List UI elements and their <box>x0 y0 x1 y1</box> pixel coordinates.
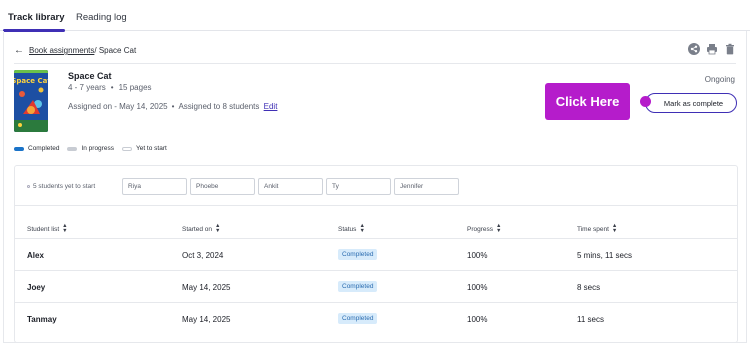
arrow-left-icon[interactable]: ← <box>14 45 24 56</box>
table-row[interactable]: Alex Oct 3, 2024 Completed 100% 5 mins, … <box>15 238 737 270</box>
tab-reading-log[interactable]: Reading log <box>76 12 127 23</box>
column-header-student[interactable]: Student list ▲ ▼ <box>27 223 68 234</box>
table-header: Student list ▲ ▼ Started on ▲ ▼ Status ▲ ▼ Pro… <box>15 218 737 238</box>
progress-value: 100% <box>467 251 488 260</box>
share-icon[interactable] <box>688 43 700 55</box>
yet-to-start-row: 5 students yet to start Riya Phoebe Anki… <box>15 166 737 206</box>
student-name: Alex <box>27 251 44 260</box>
assigned-students: Assigned to 8 students <box>178 102 260 111</box>
tab-track-library[interactable]: Track library <box>8 12 65 23</box>
student-name: Tanmay <box>27 315 57 324</box>
progress-value: 100% <box>467 315 488 324</box>
callout-pointer-dot <box>640 96 651 107</box>
assignment-panel: ← Book assignments / Space Cat S <box>3 31 747 343</box>
breadcrumb-current: / Space Cat <box>94 46 137 55</box>
age-range: 4 - 7 years <box>68 83 106 92</box>
legend-label-in-progress: In progress <box>81 145 114 152</box>
started-on: Oct 3, 2024 <box>182 251 224 260</box>
yet-to-start-label: 5 students yet to start <box>27 183 95 190</box>
cover-title: Space Cat <box>14 77 48 85</box>
student-chip[interactable]: Phoebe <box>190 178 255 195</box>
page-count: 15 pages <box>118 83 152 92</box>
mark-as-complete-button[interactable]: Mark as complete <box>645 93 737 113</box>
progress-legend: Completed In progress Yet to start <box>14 145 175 152</box>
status-badge: Completed <box>338 281 378 292</box>
table-row[interactable]: Tanmay May 14, 2025 Completed 100% 11 se… <box>15 302 737 334</box>
progress-value: 100% <box>467 283 488 292</box>
student-chip[interactable]: Riya <box>122 178 187 195</box>
students-card: 5 students yet to start Riya Phoebe Anki… <box>14 165 738 343</box>
column-header-started-on[interactable]: Started on ▲ ▼ <box>182 223 220 234</box>
column-header-progress[interactable]: Progress ▲ ▼ <box>467 223 501 234</box>
print-icon[interactable] <box>706 43 718 55</box>
breadcrumb: ← Book assignments / Space Cat <box>14 45 136 56</box>
breadcrumb-link-book-assignments[interactable]: Book assignments <box>29 46 94 55</box>
legend-swatch-completed <box>14 146 24 151</box>
started-on: May 14, 2025 <box>182 283 231 292</box>
status-dot-icon <box>27 185 30 188</box>
student-chip[interactable]: Jennifer <box>394 178 459 195</box>
legend-swatch-in-progress <box>67 146 78 151</box>
book-cover: Space Cat <box>14 70 48 132</box>
header-divider <box>14 63 736 64</box>
column-header-time-spent[interactable]: Time spent ▲ ▼ <box>577 223 617 234</box>
edit-link[interactable]: Edit <box>264 102 278 111</box>
sort-icon[interactable]: ▲ ▼ <box>215 223 220 234</box>
legend-label-completed: Completed <box>28 145 60 152</box>
tab-bar: Track library Reading log <box>0 0 750 32</box>
student-chip[interactable]: Ankit <box>258 178 323 195</box>
time-spent: 5 mins, 11 secs <box>577 251 632 260</box>
trash-icon[interactable] <box>724 43 736 55</box>
status-badge: Completed <box>338 249 378 260</box>
toolbar <box>688 43 736 55</box>
click-here-callout: Click Here <box>545 83 630 120</box>
sort-icon[interactable]: ▲ ▼ <box>496 223 501 234</box>
book-title: Space Cat <box>68 71 112 81</box>
legend-swatch-yet-to-start <box>121 146 132 151</box>
legend-label-yet-to-start: Yet to start <box>135 145 167 152</box>
table-row[interactable]: Joey May 14, 2025 Completed 100% 8 secs <box>15 270 737 302</box>
sort-icon[interactable]: ▲ ▼ <box>359 223 364 234</box>
assignment-status: Ongoing <box>704 75 735 84</box>
time-spent: 8 secs <box>577 283 601 292</box>
legend-item-completed: Completed <box>14 145 59 152</box>
legend-item-yet-to-start: Yet to start <box>121 145 167 152</box>
started-on: May 14, 2025 <box>182 315 231 324</box>
assigned-date: Assigned on - May 14, 2025 <box>68 102 168 111</box>
yet-to-start-text: 5 students yet to start <box>33 183 96 190</box>
book-meta: 4 - 7 years • 15 pages <box>68 83 152 92</box>
student-name: Joey <box>27 283 46 292</box>
sort-icon[interactable]: ▲ ▼ <box>62 223 67 234</box>
status-badge: Completed <box>338 313 378 324</box>
column-header-status[interactable]: Status ▲ ▼ <box>338 223 365 234</box>
assignment-info: Assigned on - May 14, 2025 • Assigned to 8… <box>68 102 278 111</box>
legend-item-in-progress: In progress <box>67 145 114 152</box>
sort-icon[interactable]: ▲ ▼ <box>612 223 617 234</box>
student-chip[interactable]: Ty <box>326 178 391 195</box>
time-spent: 11 secs <box>577 315 604 324</box>
